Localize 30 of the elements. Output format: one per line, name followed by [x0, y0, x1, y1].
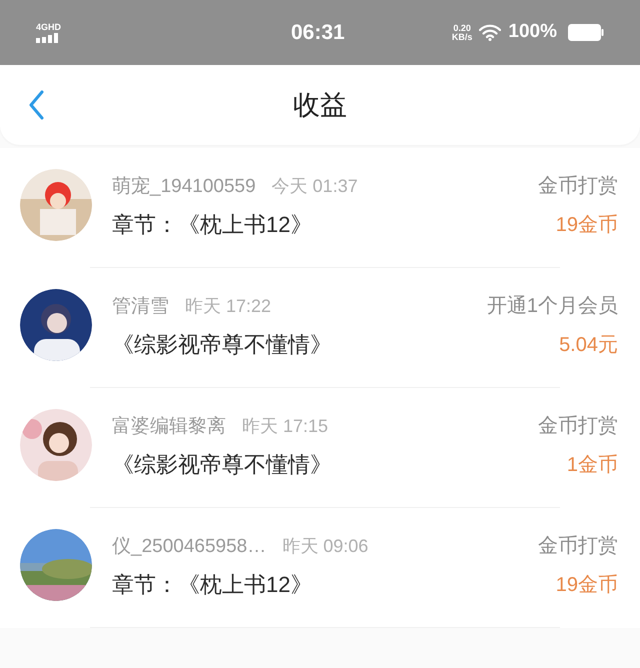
timestamp: 昨天 17:22 — [185, 295, 272, 318]
user-name: 萌宠_194100559 — [112, 175, 256, 199]
user-name: 仪_2500465958… — [112, 535, 266, 559]
income-amount: 19金币 — [556, 573, 618, 598]
battery-icon — [568, 24, 604, 41]
network-speed: 0.20 — [453, 24, 471, 32]
speed-unit: KB/s — [452, 32, 472, 42]
back-icon — [28, 90, 44, 120]
income-type: 金币打赏 — [538, 414, 618, 439]
network-label: 4GHD — [36, 22, 62, 32]
book-title: 《综影视帝尊不懂情》 — [112, 450, 333, 478]
clock: 06:31 — [291, 20, 345, 46]
user-name: 管清雪 — [112, 295, 169, 319]
timestamp: 昨天 17:15 — [242, 415, 328, 438]
wifi-icon — [479, 24, 502, 41]
book-title: 章节：《枕上书12》 — [112, 570, 314, 598]
income-type: 金币打赏 — [538, 534, 618, 559]
income-type: 开通1个月会员 — [486, 294, 618, 319]
user-name: 富婆编辑黎离 — [112, 415, 226, 439]
income-amount: 5.04元 — [559, 333, 618, 358]
signal-icon — [36, 32, 58, 42]
income-amount: 1金币 — [566, 453, 618, 478]
income-amount: 19金币 — [556, 213, 618, 238]
book-title: 章节：《枕上书12》 — [112, 210, 314, 238]
book-title: 《综影视帝尊不懂情》 — [112, 330, 333, 358]
timestamp: 昨天 09:06 — [282, 535, 368, 558]
page-title: 收益 — [293, 88, 347, 122]
timestamp: 今天 01:37 — [272, 175, 358, 198]
battery-percent: 100% — [508, 20, 557, 44]
income-type: 金币打赏 — [538, 174, 618, 199]
